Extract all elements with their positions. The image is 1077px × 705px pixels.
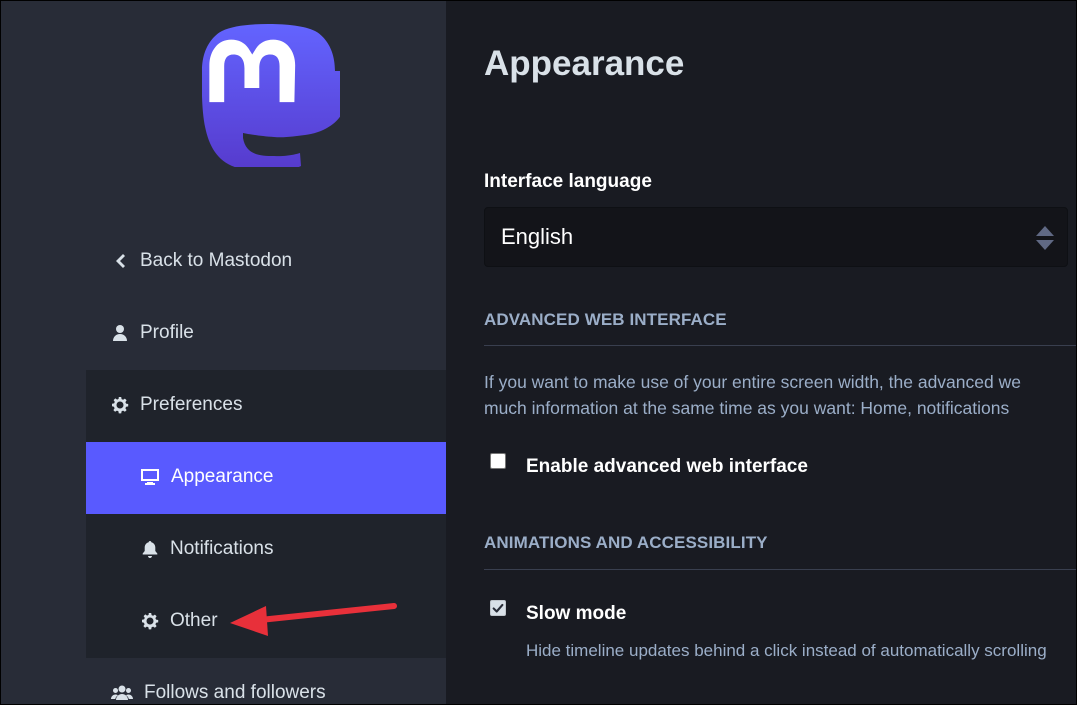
sidebar-item-follows[interactable]: Follows and followers	[111, 682, 326, 704]
mastodon-logo[interactable]	[192, 15, 340, 167]
slow-mode-row	[490, 600, 506, 616]
sidebar-item-label: Other	[170, 610, 218, 631]
sidebar: Back to Mastodon Profile Preferences App…	[0, 0, 446, 705]
bell-icon	[141, 540, 159, 558]
slow-mode-label[interactable]: Slow mode	[526, 603, 626, 625]
advanced-web-interface-heading: ADVANCED WEB INTERFACE	[484, 310, 727, 329]
desktop-icon	[140, 468, 160, 486]
back-to-mastodon-label: Back to Mastodon	[140, 250, 293, 271]
slow-mode-checkbox[interactable]	[490, 600, 506, 616]
sidebar-item-preferences[interactable]: Preferences	[111, 394, 242, 416]
section-divider	[484, 569, 1077, 570]
section-divider	[484, 345, 1077, 346]
interface-language-label: Interface language	[484, 171, 652, 192]
sidebar-item-appearance[interactable]: Appearance	[140, 466, 273, 488]
checkmark-icon	[492, 603, 504, 613]
advanced-description-line-2: much information at the same time as you…	[484, 398, 1010, 418]
interface-language-value: English	[501, 224, 574, 249]
advanced-description-line-1: If you want to make use of your entire s…	[484, 372, 1021, 392]
users-icon	[111, 684, 133, 702]
sidebar-item-label: Preferences	[140, 394, 243, 415]
main-content: Appearance Interface language English AD…	[446, 0, 1077, 705]
select-arrows-icon	[1036, 226, 1054, 250]
sidebar-item-label: Profile	[140, 322, 194, 343]
page-title: Appearance	[484, 44, 685, 83]
sidebar-item-other[interactable]: Other	[141, 610, 218, 632]
user-icon	[111, 324, 129, 342]
gear-icon	[111, 396, 129, 414]
advanced-interface-label[interactable]: Enable advanced web interface	[526, 456, 808, 478]
advanced-interface-checkbox[interactable]	[490, 453, 506, 469]
sidebar-item-label: Notifications	[170, 538, 274, 559]
animations-accessibility-heading: ANIMATIONS AND ACCESSIBILITY	[484, 533, 768, 552]
interface-language-select[interactable]: English	[484, 207, 1068, 267]
slow-mode-hint: Hide timeline updates behind a click ins…	[526, 641, 1047, 660]
red-arrow-annotation	[230, 603, 397, 636]
sidebar-item-profile[interactable]: Profile	[111, 322, 194, 344]
advanced-interface-row	[490, 453, 506, 469]
gear-icon	[141, 612, 159, 630]
sidebar-item-notifications[interactable]: Notifications	[141, 538, 274, 560]
back-to-mastodon-link[interactable]: Back to Mastodon	[111, 250, 292, 272]
sidebar-item-label: Appearance	[171, 466, 274, 487]
chevron-left-icon	[111, 252, 129, 270]
sidebar-item-label: Follows and followers	[144, 682, 326, 703]
